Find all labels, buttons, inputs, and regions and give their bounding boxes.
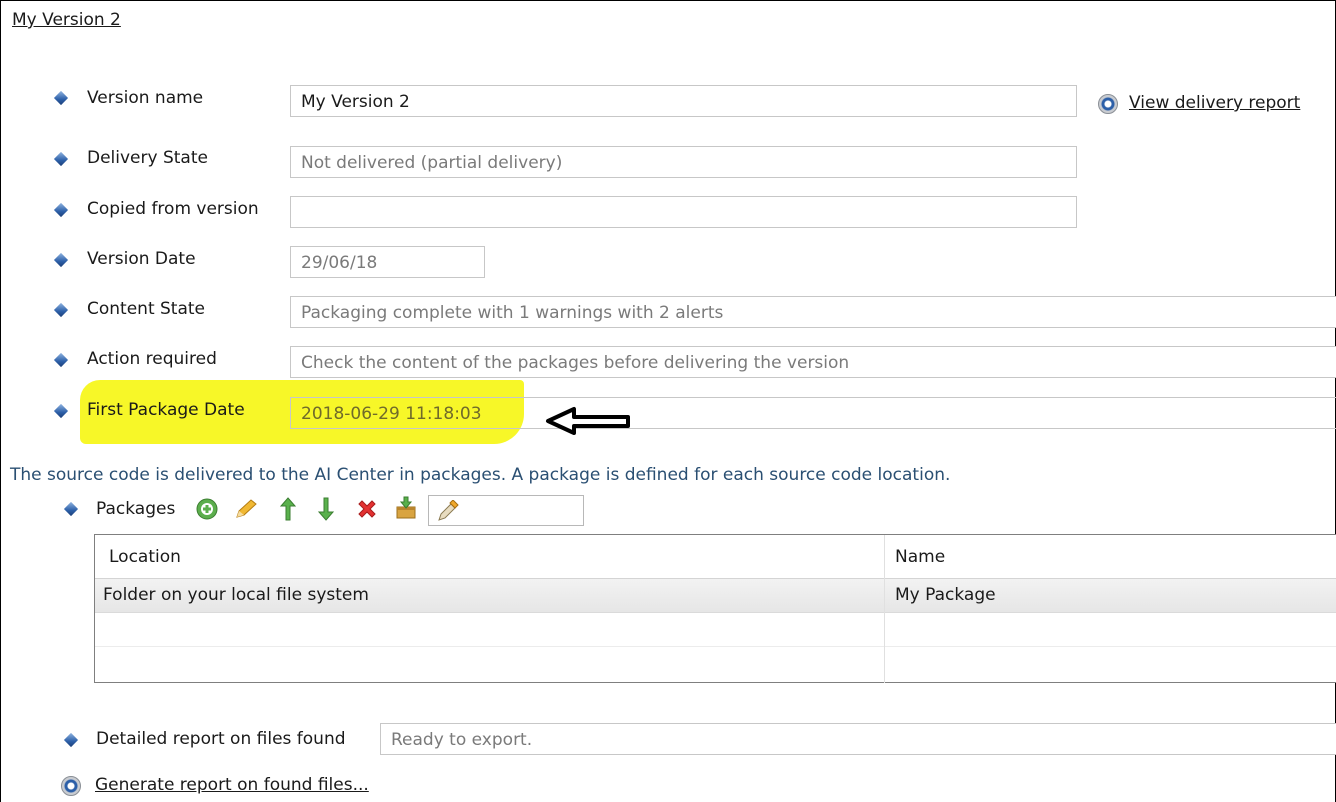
- delete-icon[interactable]: [356, 498, 378, 520]
- copied-from-label: Copied from version: [87, 199, 259, 219]
- table-row[interactable]: Folder on your local file system My Pack…: [95, 579, 1336, 613]
- bullet-icon: [55, 254, 67, 266]
- arrow-annotation-icon: [546, 407, 630, 435]
- version-name-input[interactable]: My Version 2: [290, 85, 1077, 117]
- info-text: The source code is delivered to the AI C…: [10, 465, 951, 485]
- column-header-name[interactable]: Name: [895, 547, 945, 567]
- move-up-icon[interactable]: [280, 497, 296, 521]
- edit-pencil-icon[interactable]: [234, 498, 258, 520]
- first-package-date-field: 2018-06-29 11:18:03: [290, 397, 1336, 429]
- package-filter-box[interactable]: [428, 495, 584, 526]
- bullet-icon: [55, 354, 67, 366]
- bullet-icon: [55, 153, 67, 165]
- bullet-icon: [55, 92, 67, 104]
- table-header: Location Name: [95, 535, 1336, 579]
- packages-table: Location Name Folder on your local file …: [94, 534, 1336, 683]
- import-icon[interactable]: [394, 496, 418, 520]
- action-required-label: Action required: [87, 349, 217, 369]
- move-down-icon[interactable]: [318, 497, 334, 521]
- pick-icon[interactable]: [435, 500, 459, 522]
- column-divider: [884, 535, 885, 683]
- view-delivery-report-link[interactable]: View delivery report: [1129, 93, 1300, 113]
- version-date-field: 29/06/18: [290, 246, 485, 278]
- gear-icon[interactable]: [1098, 94, 1118, 114]
- version-date-label: Version Date: [87, 249, 196, 269]
- generate-report-link[interactable]: Generate report on found files...: [95, 775, 369, 795]
- action-required-field: Check the content of the packages before…: [290, 346, 1336, 378]
- add-icon[interactable]: [196, 498, 218, 520]
- table-row-empty: [95, 647, 1336, 681]
- first-package-date-label: First Package Date: [87, 400, 245, 420]
- content-state-label: Content State: [87, 299, 206, 319]
- table-row-empty: [95, 613, 1336, 647]
- detailed-report-field: Ready to export.: [380, 723, 1336, 755]
- packages-label: Packages: [96, 499, 176, 519]
- cell-name: My Package: [895, 585, 996, 605]
- delivery-state-label: Delivery State: [87, 148, 208, 168]
- detailed-report-label: Detailed report on files found: [96, 729, 346, 749]
- bullet-icon: [55, 204, 67, 216]
- gear-icon[interactable]: [61, 776, 81, 796]
- column-header-location[interactable]: Location: [109, 547, 181, 567]
- page-title[interactable]: My Version 2: [12, 10, 121, 30]
- bullet-icon: [55, 405, 67, 417]
- bullet-icon: [55, 304, 67, 316]
- version-name-label: Version name: [87, 88, 204, 108]
- content-state-field: Packaging complete with 1 warnings with …: [290, 296, 1336, 328]
- bullet-icon: [65, 503, 77, 515]
- cell-location: Folder on your local file system: [103, 585, 369, 605]
- delivery-state-field: Not delivered (partial delivery): [290, 146, 1077, 178]
- bullet-icon: [65, 734, 77, 746]
- copied-from-field: [290, 196, 1077, 228]
